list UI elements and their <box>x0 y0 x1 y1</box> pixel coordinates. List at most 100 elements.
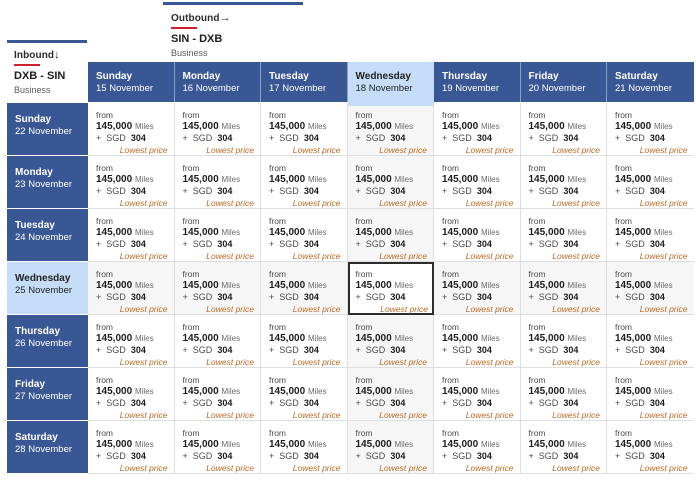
fare-cell[interactable]: from 145,000 Miles + SGD 304 Lowest price <box>434 315 521 368</box>
fare-currency: SGD <box>625 398 645 408</box>
fare-miles-amount: 145,000 <box>528 280 565 291</box>
fare-cell[interactable]: from 145,000 Miles + SGD 304 Lowest price <box>88 156 175 209</box>
lowest-price-tag: Lowest price <box>552 304 600 314</box>
fare-cash-prefix: + <box>96 186 102 196</box>
fare-miles: 145,000 Miles <box>183 439 255 451</box>
fare-cell[interactable]: from 145,000 Miles + SGD 304 Lowest price <box>607 262 694 315</box>
outbound-date-header-friday[interactable]: Friday 20 November <box>520 62 607 102</box>
fare-cell[interactable]: from 145,000 Miles + SGD 304 Lowest price <box>88 262 175 315</box>
fare-from-label: from <box>528 269 546 279</box>
fare-cell[interactable]: from 145,000 Miles + SGD 304 Lowest price <box>520 315 607 368</box>
fare-currency: SGD <box>106 133 126 143</box>
fare-cash-prefix: + <box>269 186 275 196</box>
fare-cell[interactable]: from 145,000 Miles + SGD 304 Lowest price <box>88 421 175 474</box>
fare-cell[interactable]: from 145,000 Miles + SGD 304 Lowest price <box>347 421 434 474</box>
row-header-day: Friday <box>15 379 46 390</box>
fare-cell[interactable]: from 145,000 Miles + SGD 304 Lowest price <box>434 209 521 262</box>
fare-cash-amount: 304 <box>563 133 579 143</box>
fare-cell[interactable]: from 145,000 Miles + SGD 304 Lowest price <box>434 368 521 421</box>
inbound-date-header-thursday[interactable]: Thursday 26 November <box>7 315 88 367</box>
fare-currency: SGD <box>365 292 386 302</box>
fare-cell[interactable]: from 145,000 Miles + SGD 304 Lowest price <box>174 262 261 315</box>
fare-cell[interactable]: from 145,000 Miles + SGD 304 Lowest price <box>347 156 434 209</box>
fare-cash-prefix: + <box>528 345 534 355</box>
fare-cash-prefix: + <box>615 398 621 408</box>
fare-cell[interactable]: from 145,000 Miles + SGD 304 Lowest price <box>88 209 175 262</box>
fare-miles-unit: Miles <box>134 175 154 184</box>
outbound-date-header-saturday[interactable]: Saturday 21 November <box>607 62 694 102</box>
fare-cell[interactable]: from 145,000 Miles + SGD 304 Lowest price <box>607 103 694 156</box>
fare-cell[interactable]: from 145,000 Miles + SGD 304 Lowest price <box>261 103 348 156</box>
fare-miles-amount: 145,000 <box>96 386 133 397</box>
fare-cell[interactable]: from 145,000 Miles + SGD 304 Lowest price <box>261 368 348 421</box>
fare-miles: 145,000 Miles <box>442 174 514 186</box>
fare-cell[interactable]: from 145,000 Miles + SGD 304 Lowest price <box>520 262 607 315</box>
lowest-price-tag: Lowest price <box>552 145 600 155</box>
fare-cell[interactable]: from 145,000 Miles + SGD 304 Lowest price <box>174 315 261 368</box>
fare-cell[interactable]: from 145,000 Miles + SGD 304 Lowest price <box>88 315 175 368</box>
fare-cell[interactable]: from 145,000 Miles + SGD 304 Lowest price <box>174 209 261 262</box>
inbound-date-header-wednesday[interactable]: Wednesday 25 November <box>7 262 88 314</box>
fare-currency: SGD <box>279 292 299 302</box>
fare-cell[interactable]: from 145,000 Miles + SGD 304 Lowest price <box>347 368 434 421</box>
fare-cell[interactable]: from 145,000 Miles + SGD 304 Lowest price <box>174 368 261 421</box>
fare-cell[interactable]: from 145,000 Miles + SGD 304 Lowest price <box>174 156 261 209</box>
fare-cell[interactable]: from 145,000 Miles + SGD 304 Lowest price <box>88 368 175 421</box>
fare-cell[interactable]: from 145,000 Miles + SGD 304 Lowest price <box>261 421 348 474</box>
lowest-price-tag: Lowest price <box>206 251 254 261</box>
fare-cash-prefix: + <box>615 292 621 302</box>
fare-cell[interactable]: from 145,000 Miles + SGD 304 Lowest price <box>520 156 607 209</box>
fare-miles-amount: 145,000 <box>528 227 565 238</box>
fare-cash-amount: 304 <box>130 345 146 355</box>
fare-miles: 145,000 Miles <box>529 227 601 239</box>
column-header-date: 21 November <box>615 83 673 94</box>
fare-cell[interactable]: from 145,000 Miles + SGD 304 Lowest price <box>607 209 694 262</box>
fare-cell[interactable]: from 145,000 Miles + SGD 304 Lowest price <box>88 103 175 156</box>
fare-cell[interactable]: from 145,000 Miles + SGD 304 Lowest price <box>520 209 607 262</box>
fare-cell[interactable]: from 145,000 Miles + SGD 304 Lowest price <box>347 315 434 368</box>
fare-cell[interactable]: from 145,000 Miles + SGD 304 Lowest price <box>434 103 521 156</box>
fare-cell[interactable]: from 145,000 Miles + SGD 304 Lowest price <box>520 103 607 156</box>
fare-cash-prefix: + <box>615 133 621 143</box>
inbound-tab-panel[interactable]: Inbound↓ DXB - SIN Business <box>7 40 87 97</box>
fare-cell[interactable]: from 145,000 Miles + SGD 304 Lowest price <box>347 209 434 262</box>
inbound-date-header-sunday[interactable]: Sunday 22 November <box>7 103 88 155</box>
fare-cell[interactable]: from 145,000 Miles + SGD 304 Lowest price <box>520 421 607 474</box>
fare-cell[interactable]: from 145,000 Miles + SGD 304 Lowest price <box>434 156 521 209</box>
inbound-date-header-saturday[interactable]: Saturday 28 November <box>7 421 88 473</box>
outbound-date-header-tuesday[interactable]: Tuesday 17 November <box>261 62 348 102</box>
outbound-tab-panel[interactable]: Outbound→ SIN - DXB Business <box>163 2 303 58</box>
fare-from-label: from <box>182 163 200 173</box>
fare-currency: SGD <box>625 239 645 249</box>
outbound-date-header-wednesday[interactable]: Wednesday 18 November <box>347 62 434 106</box>
fare-cell[interactable]: from 145,000 Miles + SGD 304 Lowest price <box>347 103 434 156</box>
fare-cell[interactable]: from 145,000 Miles + SGD 304 Lowest price <box>261 315 348 368</box>
fare-cell[interactable]: from 145,000 Miles + SGD 304 Lowest price <box>434 421 521 474</box>
fare-cell[interactable]: from 145,000 Miles + SGD 304 Lowest price <box>607 156 694 209</box>
fare-cell[interactable]: from 145,000 Miles + SGD 304 Lowest price <box>434 262 521 315</box>
outbound-date-header-monday[interactable]: Monday 16 November <box>174 62 261 102</box>
fare-cell[interactable]: from 145,000 Miles + SGD 304 Lowest price <box>261 262 348 315</box>
outbound-date-header-sunday[interactable]: Sunday 15 November <box>88 62 175 102</box>
fare-miles: 145,000 Miles <box>269 121 341 133</box>
fare-cell[interactable]: from 145,000 Miles + SGD 304 Lowest price <box>174 421 261 474</box>
fare-miles-unit: Miles <box>653 387 673 396</box>
fare-miles-amount: 145,000 <box>269 439 306 450</box>
outbound-date-header-thursday[interactable]: Thursday 19 November <box>434 62 521 102</box>
fare-cell[interactable]: from 145,000 Miles + SGD 304 Lowest price <box>607 421 694 474</box>
inbound-date-header-friday[interactable]: Friday 27 November <box>7 368 88 420</box>
fare-cell[interactable]: from 145,000 Miles + SGD 304 Lowest price <box>607 368 694 421</box>
fare-cell[interactable]: from 145,000 Miles + SGD 304 Lowest price <box>607 315 694 368</box>
fare-cash-amount: 304 <box>303 239 319 249</box>
fare-currency: SGD <box>625 133 645 143</box>
fare-cell[interactable]: from 145,000 Miles + SGD 304 Lowest price <box>174 103 261 156</box>
fare-cell[interactable]: from 145,000 Miles + SGD 304 Lowest price <box>261 156 348 209</box>
fare-cash-prefix: + <box>96 133 102 143</box>
fare-cell[interactable]: from 145,000 Miles + SGD 304 Lowest price <box>520 368 607 421</box>
fare-calendar-grid: Sunday 15 November Monday 16 November Tuesda… <box>0 0 696 504</box>
inbound-date-header-monday[interactable]: Monday 23 November <box>7 156 88 208</box>
inbound-date-header-tuesday[interactable]: Tuesday 24 November <box>7 209 88 261</box>
fare-cell-selected[interactable]: from 145,000 Miles + SGD 304 Lowest price <box>347 262 434 315</box>
fare-cash: + SGD 304 <box>183 398 255 409</box>
fare-cell[interactable]: from 145,000 Miles + SGD 304 Lowest price <box>261 209 348 262</box>
